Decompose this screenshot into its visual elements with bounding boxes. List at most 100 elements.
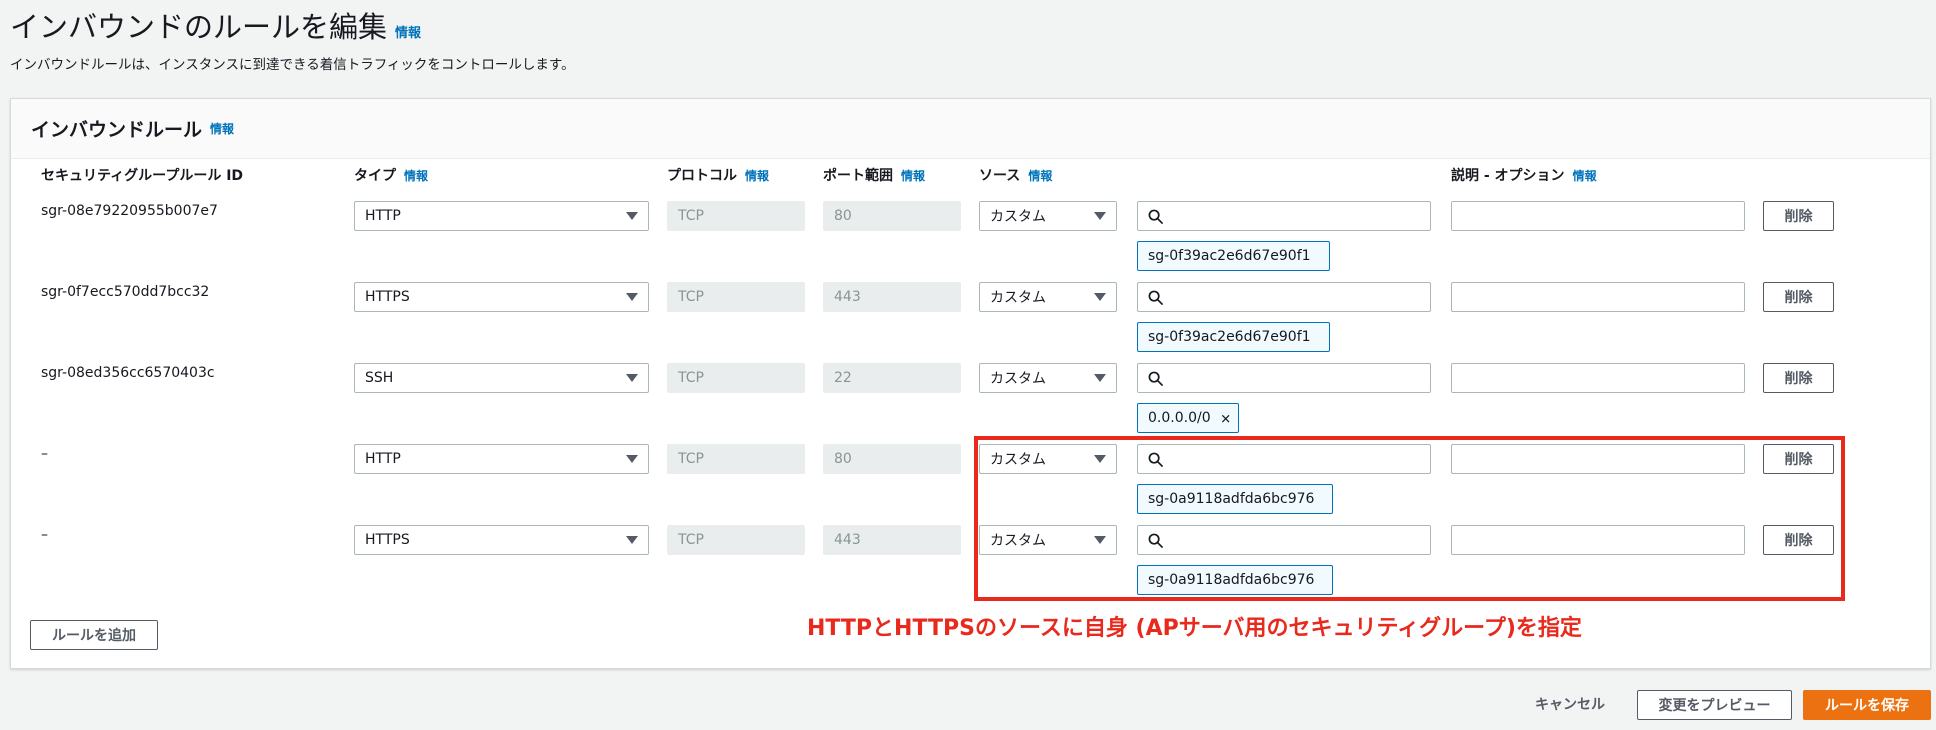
source-token-label: 0.0.0.0/0 [1148, 410, 1211, 426]
source-token-label: sg-0a9118adfda6bc976 [1148, 491, 1315, 507]
protocol-field: TCP [667, 363, 805, 393]
type-select-value: HTTP [365, 208, 401, 224]
protocol-value: TCP [678, 370, 704, 386]
caret-down-icon [626, 293, 638, 301]
caret-down-icon [1094, 455, 1106, 463]
delete-rule-button[interactable]: 削除 [1763, 363, 1834, 393]
type-select[interactable]: HTTP [354, 201, 649, 231]
source-search-input[interactable] [1171, 445, 1430, 473]
preview-changes-button[interactable]: 変更をプレビュー [1637, 690, 1792, 720]
source-token: sg-0f39ac2e6d67e90f1 [1137, 322, 1330, 352]
column-description-info-link[interactable]: 情報 [1573, 169, 1597, 183]
source-search[interactable] [1137, 201, 1431, 231]
protocol-value: TCP [678, 532, 704, 548]
source-type-value: カスタム [990, 452, 1046, 468]
protocol-field: TCP [667, 201, 805, 231]
column-header-type-label: タイプ [354, 168, 396, 184]
source-search-input[interactable] [1171, 526, 1430, 554]
protocol-field: TCP [667, 525, 805, 555]
port-range-value: 22 [834, 370, 852, 386]
source-type-select[interactable]: カスタム [979, 525, 1117, 555]
source-token-label: sg-0f39ac2e6d67e90f1 [1148, 248, 1311, 264]
close-icon[interactable] [1221, 411, 1230, 425]
source-token-label: sg-0a9118adfda6bc976 [1148, 572, 1315, 588]
column-header-rule-id: セキュリティグループルール ID [41, 165, 243, 185]
column-type-info-link[interactable]: 情報 [404, 169, 428, 183]
source-search-input[interactable] [1171, 283, 1430, 311]
description-input[interactable] [1451, 444, 1745, 474]
source-search-input[interactable] [1171, 364, 1430, 392]
source-type-value: カスタム [990, 290, 1046, 306]
page-title: インバウンドのルールを編集 情報 [10, 4, 421, 46]
source-token: sg-0a9118adfda6bc976 [1137, 484, 1338, 517]
caret-down-icon [1094, 212, 1106, 220]
protocol-value: TCP [678, 208, 704, 224]
source-search[interactable] [1137, 363, 1431, 393]
annotation-text: HTTPとHTTPSのソースに自身 (APサーバ用のセキュリティグループ)を指定 [807, 616, 1582, 641]
save-rules-button[interactable]: ルールを保存 [1803, 690, 1931, 720]
port-range-field: 80 [823, 444, 961, 474]
add-rule-button[interactable]: ルールを追加 [30, 620, 158, 650]
type-select[interactable]: HTTP [354, 444, 649, 474]
delete-rule-button[interactable]: 削除 [1763, 201, 1834, 231]
type-select[interactable]: SSH [354, 363, 649, 393]
port-range-value: 80 [834, 451, 852, 467]
description-input[interactable] [1451, 201, 1745, 231]
rule-id: sgr-0f7ecc570dd7bcc32 [41, 284, 210, 300]
column-header-rule-id-label: セキュリティグループルール ID [41, 168, 244, 184]
source-search[interactable] [1137, 444, 1431, 474]
column-port-info-link[interactable]: 情報 [901, 169, 925, 183]
panel-info-link[interactable]: 情報 [210, 120, 234, 137]
source-token: sg-0f39ac2e6d67e90f1 [1137, 241, 1330, 271]
column-header-description: 説明 - オプション 情報 [1451, 165, 1597, 185]
source-search[interactable] [1137, 282, 1431, 312]
rule-id: – [41, 446, 48, 462]
type-select[interactable]: HTTPS [354, 525, 649, 555]
description-input[interactable] [1451, 282, 1745, 312]
delete-rule-button[interactable]: 削除 [1763, 282, 1834, 312]
description-input[interactable] [1451, 363, 1745, 393]
protocol-field: TCP [667, 282, 805, 312]
panel-title: インバウンドルール [31, 119, 203, 141]
caret-down-icon [1094, 293, 1106, 301]
port-range-value: 80 [834, 208, 852, 224]
column-protocol-info-link[interactable]: 情報 [745, 169, 769, 183]
panel-header: インバウンドルール 情報 [11, 99, 1930, 159]
port-range-field: 443 [823, 282, 961, 312]
column-header-protocol-label: プロトコル [667, 168, 737, 184]
type-select[interactable]: HTTPS [354, 282, 649, 312]
column-header-source-label: ソース [979, 168, 1021, 184]
search-icon [1148, 533, 1163, 548]
source-type-select[interactable]: カスタム [979, 444, 1117, 474]
search-icon [1148, 371, 1163, 386]
rule-id: sgr-08e79220955b007e7 [41, 203, 218, 219]
search-icon [1148, 209, 1163, 224]
port-range-value: 443 [834, 532, 861, 548]
source-type-select[interactable]: カスタム [979, 282, 1117, 312]
column-source-info-link[interactable]: 情報 [1028, 169, 1052, 183]
delete-rule-button[interactable]: 削除 [1763, 525, 1834, 555]
description-input[interactable] [1451, 525, 1745, 555]
source-type-select[interactable]: カスタム [979, 363, 1117, 393]
source-type-select[interactable]: カスタム [979, 201, 1117, 231]
rule-id: sgr-08ed356cc6570403c [41, 365, 215, 381]
type-select-value: HTTP [365, 451, 401, 467]
column-header-port-range: ポート範囲 情報 [823, 165, 925, 185]
source-type-value: カスタム [990, 209, 1046, 225]
search-icon [1148, 452, 1163, 467]
page-info-link[interactable]: 情報 [395, 26, 421, 41]
source-search-input[interactable] [1171, 202, 1430, 230]
caret-down-icon [1094, 536, 1106, 544]
source-search[interactable] [1137, 525, 1431, 555]
search-icon [1148, 290, 1163, 305]
delete-rule-button[interactable]: 削除 [1763, 444, 1834, 474]
page-title-text: インバウンドのルールを編集 [10, 10, 388, 44]
caret-down-icon [626, 374, 638, 382]
column-header-source: ソース 情報 [979, 165, 1052, 185]
cancel-button[interactable]: キャンセル [1535, 694, 1605, 714]
protocol-field: TCP [667, 444, 805, 474]
caret-down-icon [626, 536, 638, 544]
source-token: 0.0.0.0/0 [1137, 403, 1239, 433]
column-header-type: タイプ 情報 [354, 165, 428, 185]
source-token-label: sg-0f39ac2e6d67e90f1 [1148, 329, 1311, 345]
